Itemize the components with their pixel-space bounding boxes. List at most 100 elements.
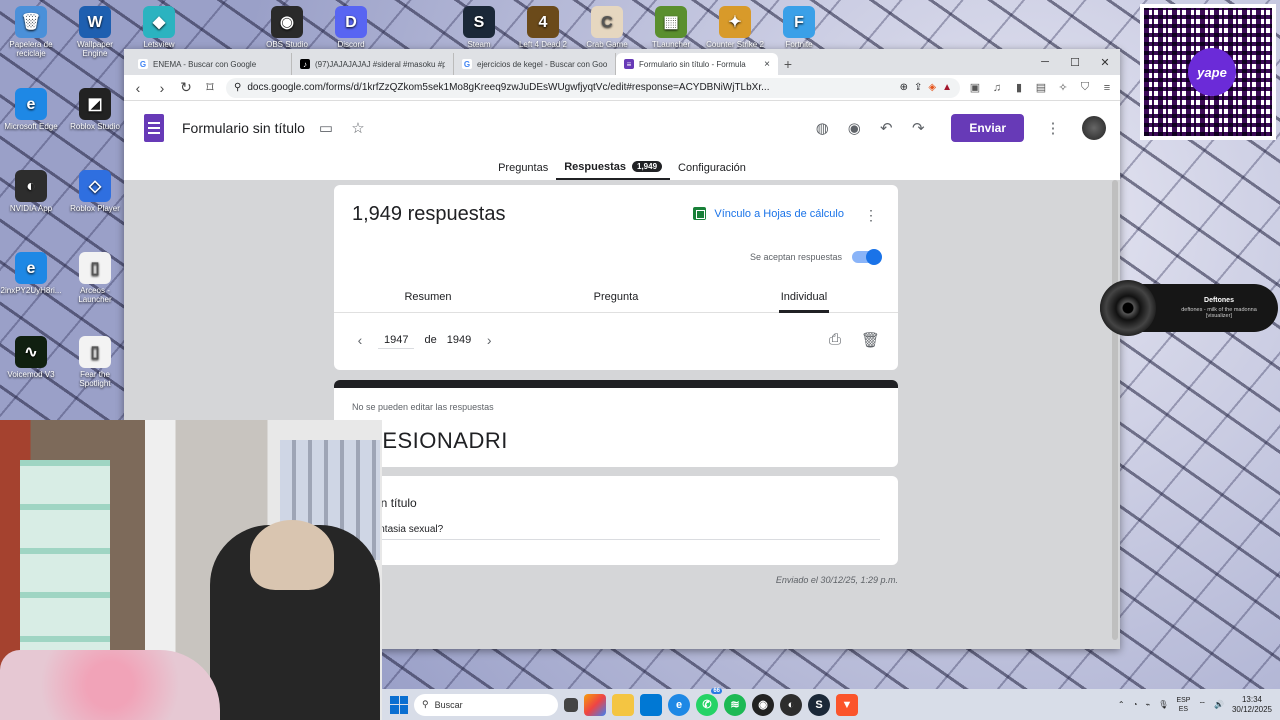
minimize-button[interactable]: ─: [1030, 49, 1060, 75]
sidebar-icon[interactable]: ▮: [1012, 81, 1026, 95]
close-tab-icon[interactable]: ×: [764, 59, 770, 70]
microphone-icon[interactable]: 🎙: [1158, 700, 1168, 709]
desktop-icon[interactable]: 🗑 Papelera de reciclaje: [0, 6, 62, 58]
browser-tab[interactable]: ≡ Formulario sin título - Formula ×: [616, 53, 778, 75]
store-icon[interactable]: [640, 693, 662, 716]
new-tab-button[interactable]: +: [778, 53, 798, 75]
subtab-individual[interactable]: Individual: [710, 283, 898, 313]
obs-icon[interactable]: ◉: [752, 693, 774, 716]
current-response-input[interactable]: 1947: [378, 332, 415, 349]
desktop-icon[interactable]: ◇ Roblox Player: [64, 170, 126, 213]
wifi-icon[interactable]: ⌔: [1198, 700, 1206, 710]
delete-icon[interactable]: 🗑: [861, 331, 880, 349]
print-icon[interactable]: ⎙: [829, 331, 841, 349]
edge-icon[interactable]: e: [668, 693, 690, 716]
screenshot-icon[interactable]: ▣: [968, 81, 982, 95]
security-icon[interactable]: ◔: [1133, 700, 1138, 709]
wallet-icon[interactable]: ▤: [1034, 81, 1048, 95]
desktop-icon[interactable]: ✦ Counter Strike 2: [704, 6, 766, 49]
bookmark-icon[interactable]: ⌑: [202, 79, 218, 96]
more-options-icon[interactable]: ⋮: [864, 207, 878, 224]
desktop-icon[interactable]: e Microsoft Edge: [0, 88, 62, 131]
lang-bottom: ES: [1178, 705, 1189, 713]
sheets-link[interactable]: Vínculo a Hojas de cálculo: [693, 207, 844, 220]
whatsapp-icon[interactable]: ✆ 66: [696, 687, 722, 716]
zoom-icon[interactable]: ⊕: [900, 82, 908, 93]
maximize-button[interactable]: ☐: [1060, 49, 1090, 75]
palette-icon[interactable]: ◍: [811, 119, 833, 137]
browser-tab[interactable]: ♪ (97)JAJAJAJAJ #sideral #masoku #pa: [292, 53, 454, 75]
desktop-icon[interactable]: ◩ Roblox Studio: [64, 88, 126, 131]
url-bar[interactable]: ⚲ docs.google.com/forms/d/1krfZzQZkom5se…: [226, 77, 960, 98]
site-info-icon[interactable]: ⚲: [234, 82, 241, 93]
desktop-icon[interactable]: ◐ NVIDIA App: [0, 170, 62, 213]
prev-response-icon[interactable]: ‹: [352, 332, 368, 348]
scrollbar[interactable]: [1112, 180, 1118, 640]
app-icon: ◩: [79, 88, 111, 120]
file-explorer-icon[interactable]: [612, 693, 634, 716]
forward-icon[interactable]: ›: [154, 80, 170, 96]
tab-settings[interactable]: Configuración: [670, 155, 754, 181]
desktop-icon[interactable]: C Crab Game: [576, 6, 638, 49]
brave-icon[interactable]: ▼: [836, 693, 858, 716]
desktop-icon[interactable]: ∿ Voicemod V3: [0, 336, 62, 379]
now-playing-widget[interactable]: Deftones deftones - milk of the madonna …: [1100, 280, 1278, 336]
desktop-icon[interactable]: D Discord: [320, 6, 382, 49]
chevron-up-icon[interactable]: ⌃: [1118, 700, 1125, 709]
nvidia-icon[interactable]: ◐: [780, 693, 802, 716]
more-options-icon[interactable]: ⋮: [1042, 119, 1064, 137]
spotify-icon[interactable]: ≋: [724, 693, 746, 716]
subtab-summary[interactable]: Resumen: [334, 283, 522, 312]
undo-icon[interactable]: ↶: [875, 119, 897, 137]
steam-icon[interactable]: S: [808, 693, 830, 716]
tab-responses-label: Respuestas: [564, 160, 626, 173]
desktop-icon[interactable]: F Fortnite: [768, 6, 830, 49]
network-icon[interactable]: ⌁: [1145, 700, 1150, 709]
tab-title: Formulario sin título - Formula: [639, 59, 746, 69]
language-indicator[interactable]: ESP ES: [1176, 696, 1190, 714]
close-window-button[interactable]: ✕: [1090, 49, 1120, 75]
desktop-icon[interactable]: e 2inxPY2UyH8ri...: [0, 252, 62, 295]
desktop-icon[interactable]: ◉ OBS Studio: [256, 6, 318, 49]
browser-tab[interactable]: Gejercicios de kegel - Buscar con Goo: [454, 53, 616, 75]
folder-icon[interactable]: ▭: [315, 119, 337, 137]
desktop-icon[interactable]: ▯ Fear the Spotlight: [64, 336, 126, 388]
sent-timestamp: Enviado el 30/12/25, 1:29 p.m.: [775, 575, 898, 585]
taskbar-search[interactable]: ⚲ Buscar: [414, 693, 558, 716]
desktop-icon[interactable]: 4 Left 4 Dead 2: [512, 6, 574, 49]
vpn-icon[interactable]: ⛉: [1078, 81, 1092, 95]
menu-icon[interactable]: ≡: [1100, 81, 1114, 95]
star-icon[interactable]: ☆: [347, 119, 369, 137]
tab-responses[interactable]: Respuestas 1,949: [556, 155, 671, 181]
reload-icon[interactable]: ↻: [178, 79, 194, 96]
volume-icon[interactable]: 🔊: [1214, 700, 1224, 709]
tab-questions[interactable]: Preguntas: [490, 155, 556, 181]
share-icon[interactable]: ⇪: [914, 82, 922, 93]
redo-icon[interactable]: ↷: [907, 119, 929, 137]
accepting-toggle[interactable]: [852, 249, 882, 265]
forms-logo-icon[interactable]: [144, 114, 164, 142]
brave-rewards-icon[interactable]: ▲: [942, 82, 952, 93]
clock[interactable]: 13:34 30/12/2025: [1232, 695, 1272, 715]
browser-tab[interactable]: G ENEMA - Buscar con Google: [130, 53, 292, 75]
send-button[interactable]: Enviar: [951, 114, 1024, 142]
brave-shield-icon[interactable]: ◈: [928, 82, 936, 93]
form-title[interactable]: Formulario sin título: [182, 120, 305, 136]
back-icon[interactable]: ‹: [130, 80, 146, 96]
music-icon[interactable]: ♫: [990, 81, 1004, 95]
subtab-question[interactable]: Pregunta: [522, 283, 710, 312]
desktop-icon[interactable]: S Steam: [448, 6, 510, 49]
desktop-icon[interactable]: ▯ Arceos - Launcher: [64, 252, 126, 304]
task-view-icon[interactable]: [564, 697, 578, 712]
leo-ai-icon[interactable]: ✧: [1056, 81, 1070, 95]
desktop-icon[interactable]: W Wallpaper Engine: [64, 6, 126, 58]
app-icon: ◇: [79, 170, 111, 202]
next-response-icon[interactable]: ›: [481, 332, 497, 348]
desktop-icon[interactable]: ◆ Letsview: [128, 6, 190, 49]
preview-eye-icon[interactable]: ◉: [843, 119, 865, 137]
desktop-icon-label: Fear the Spotlight: [79, 370, 111, 388]
copilot-icon[interactable]: [584, 693, 606, 716]
desktop-icon[interactable]: ▦ TLauncher: [640, 6, 702, 49]
windows-start-icon[interactable]: [390, 695, 408, 714]
avatar[interactable]: [1082, 116, 1106, 140]
